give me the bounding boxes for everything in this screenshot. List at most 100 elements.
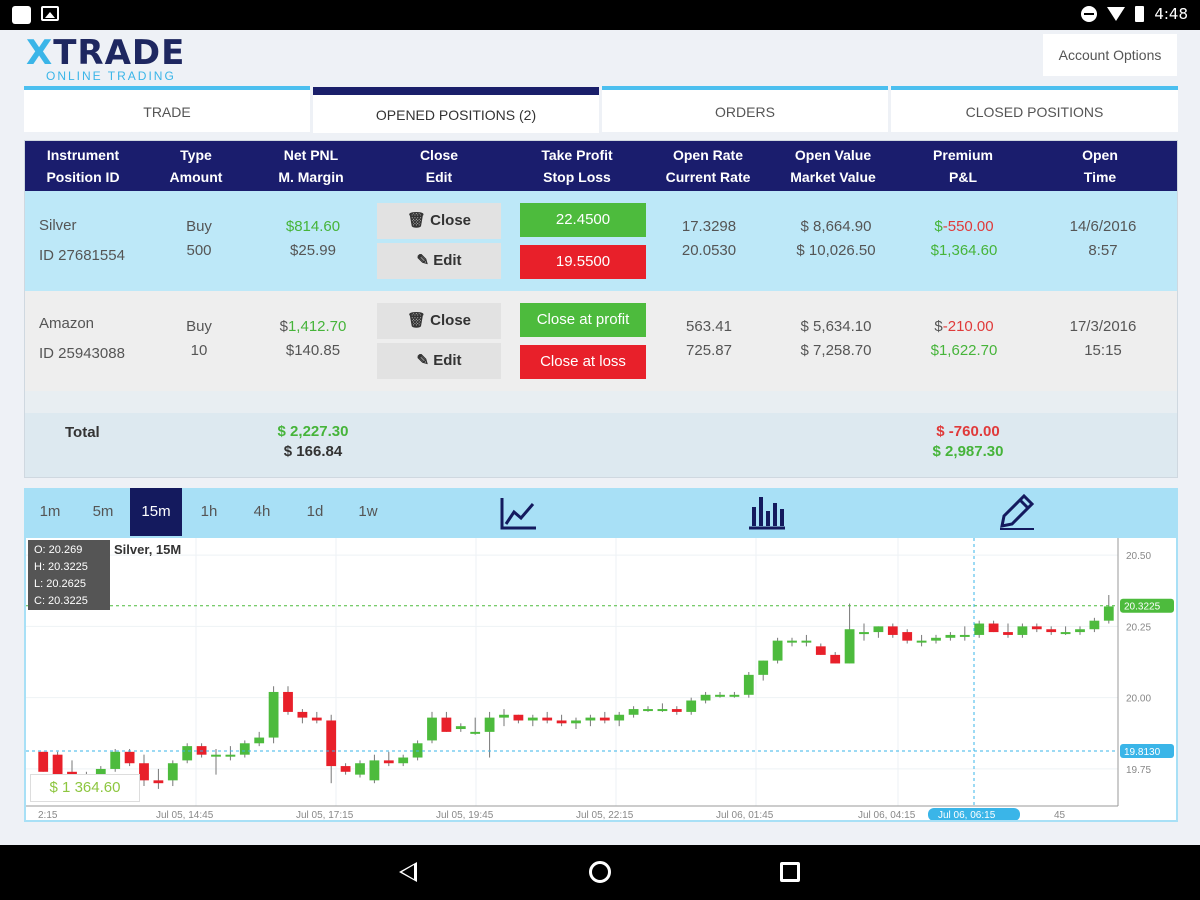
timeframe-1d[interactable]: 1d (289, 488, 341, 536)
candle-body (743, 674, 754, 695)
x-tick-label: 45 (1054, 810, 1066, 820)
edit-position-button[interactable]: ✎ Edit (377, 243, 501, 279)
x-tick-label: Jul 05, 22:15 (576, 810, 634, 820)
timeframe-1h[interactable]: 1h (183, 488, 235, 536)
table-row[interactable]: Amazon ID 25943088 Buy 10 $1,412.70 $140.85… (25, 291, 1177, 391)
positions-table: Instrument Position ID Type Amount Net PNL… (24, 140, 1178, 478)
x-tick-label: Jul 05, 19:45 (436, 810, 494, 820)
premium-cell: $-210.00 $1,622.70 (930, 318, 998, 359)
candle-body (859, 632, 869, 635)
candle-body (254, 737, 265, 744)
stop-loss-label: 19.8130 (1124, 747, 1161, 758)
candle-body (614, 714, 625, 721)
candle-body (1089, 620, 1100, 630)
col-header-rate: Open Rate Current Rate (665, 147, 751, 185)
candle-body (887, 626, 898, 635)
pnl-cell: $814.60 $25.99 (285, 218, 341, 259)
candle-body (455, 726, 466, 730)
candle-body (326, 720, 337, 767)
table-row[interactable]: Silver ID 27681554 Buy 500 $814.60 $25.99 🗑… (25, 191, 1177, 291)
candle-body (571, 720, 581, 724)
candlestick-chart[interactable]: 20.50 20.25 20.00 19.75 20.3225 19.8130 2:15 Ju… (26, 538, 1176, 820)
take-profit-button[interactable]: 22.4500 (520, 203, 646, 237)
candle-body (657, 709, 668, 712)
value-cell: $ 5,634.10 $ 7,258.70 (800, 318, 872, 359)
candle-body (110, 751, 121, 769)
image-notification-icon (41, 6, 59, 21)
close-position-button[interactable]: 🗑 Close (377, 303, 501, 339)
xtrade-logo: XTRADE (26, 33, 186, 73)
line-chart-icon[interactable] (498, 494, 540, 532)
candle-body (383, 760, 394, 764)
notification-icon (12, 6, 31, 24)
recent-apps-icon[interactable] (780, 862, 800, 882)
back-icon[interactable] (399, 862, 417, 882)
close-at-loss-button[interactable]: Close at loss (520, 345, 646, 379)
col-header-value: Open Value Market Value (790, 147, 876, 185)
col-header-instrument: Instrument Position ID (46, 147, 120, 185)
x-tick-label: 2:15 (38, 810, 58, 820)
stop-loss-button[interactable]: 19.5500 (520, 245, 646, 279)
candle-body (844, 629, 855, 664)
open-time-cell: 17/3/2016 15:15 (1069, 318, 1137, 359)
candle-body (556, 720, 567, 724)
battery-icon (1135, 6, 1145, 22)
timeframe-15m[interactable]: 15m (130, 488, 182, 536)
candle-body (873, 626, 884, 633)
candle-body (815, 646, 826, 655)
candle-body (628, 709, 639, 715)
candle-body (830, 654, 841, 664)
candle-body (1046, 629, 1057, 633)
table-header: Instrument Position ID Type Amount Net PNL… (25, 141, 1177, 191)
candle-body (542, 717, 553, 721)
rate-cell: 563.41 725.87 (686, 318, 732, 359)
app-root: 4:48 XTRADE ONLINE TRADING Account Optio… (0, 0, 1200, 900)
current-price-label: 20.3225 (1124, 602, 1161, 613)
draw-pen-icon[interactable] (996, 492, 1038, 532)
candle-body (239, 743, 250, 755)
candle-body (643, 709, 653, 712)
candle-body (1003, 632, 1013, 635)
tab-closed-positions[interactable]: CLOSED POSITIONS (891, 86, 1178, 132)
col-header-take-profit: Take Profit Stop Loss (541, 147, 613, 185)
rate-cell: 17.3298 20.0530 (681, 218, 737, 259)
ohlc-readout: O: 20.269 H: 20.3225 L: 20.2625 C: 20.32… (28, 540, 110, 610)
tab-trade[interactable]: TRADE (24, 86, 310, 132)
tab-orders[interactable]: ORDERS (602, 86, 888, 132)
candle-body (283, 691, 293, 712)
chart-toolbar: 1m 5m 15m 1h 4h 1d 1w (24, 488, 1178, 536)
x-tick-label: Jul 05, 17:15 (296, 810, 354, 820)
candle-body (167, 763, 178, 781)
candle-body (801, 640, 812, 643)
price-chart[interactable]: 20.50 20.25 20.00 19.75 20.3225 19.8130 2:15 Ju… (24, 536, 1178, 822)
app-header: XTRADE ONLINE TRADING Account Options (0, 30, 1200, 86)
wifi-icon (1107, 7, 1126, 21)
candle-body (988, 623, 999, 633)
col-header-type: Type Amount (169, 147, 223, 185)
close-at-profit-button[interactable]: Close at profit (520, 303, 646, 337)
candle-body (355, 763, 365, 775)
chart-title: Silver, 15M (114, 542, 182, 557)
candle-body (311, 717, 322, 721)
timeframe-4h[interactable]: 4h (236, 488, 288, 536)
candle-body (38, 751, 49, 772)
logo-tagline: ONLINE TRADING (46, 69, 176, 83)
candle-body (700, 694, 711, 701)
close-position-button[interactable]: 🗑 Close (377, 203, 501, 239)
timeframe-1w[interactable]: 1w (342, 488, 394, 536)
candle-body (527, 717, 538, 721)
account-options-button[interactable]: Account Options (1043, 34, 1177, 76)
totals-row: Total $ 2,227.30 $ 166.84 $ -760.00 $ 2,98… (25, 413, 1177, 477)
home-icon[interactable] (589, 861, 611, 883)
bar-chart-icon[interactable] (746, 493, 788, 531)
edit-position-button[interactable]: ✎ Edit (377, 343, 501, 379)
candle-body (52, 754, 63, 775)
candle-body (787, 640, 797, 643)
candle-body (1060, 632, 1071, 635)
timeframe-5m[interactable]: 5m (77, 488, 129, 536)
candle-body (441, 717, 452, 732)
timeframe-1m[interactable]: 1m (24, 488, 76, 536)
col-header-premium: Premium P&L (933, 147, 993, 185)
tab-opened-positions[interactable]: OPENED POSITIONS (2) (313, 87, 599, 133)
candle-body (297, 711, 308, 718)
